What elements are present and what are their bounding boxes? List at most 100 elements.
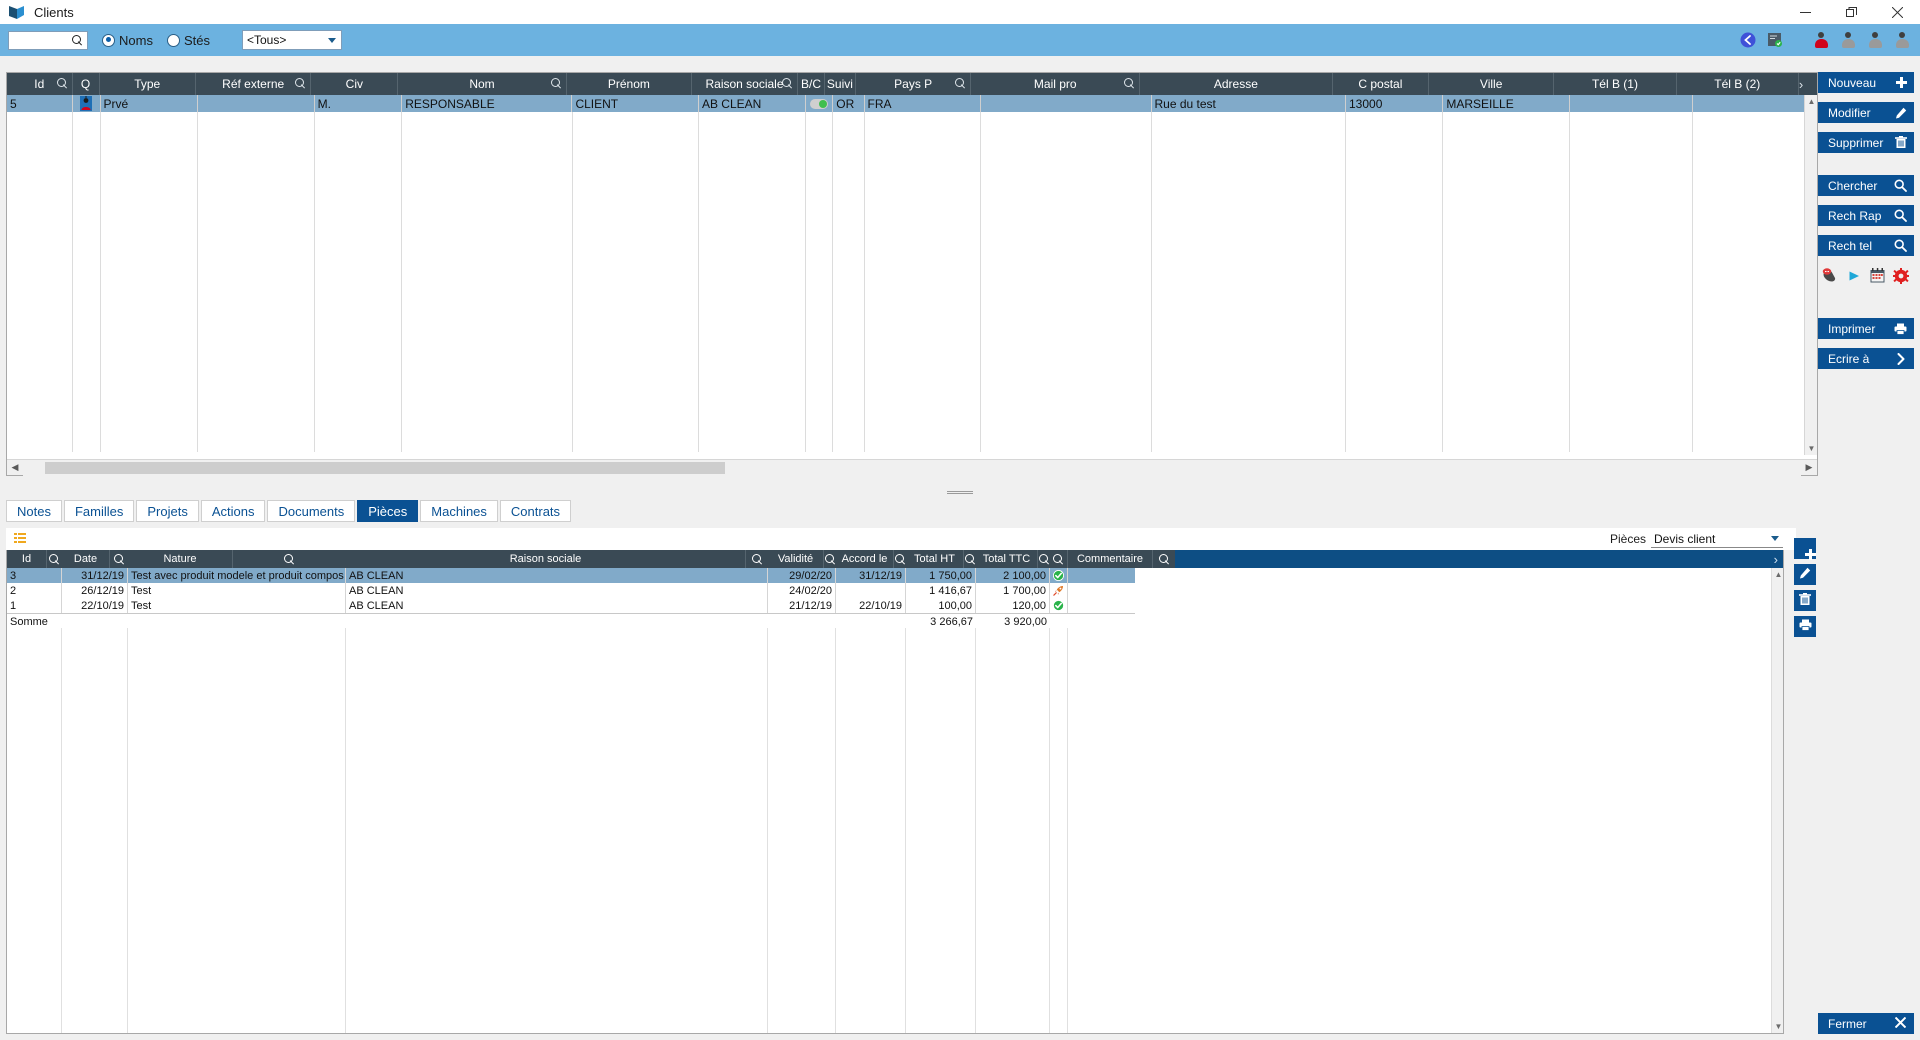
column-header-t-l-b-2-[interactable]: Tél B (2) [1677, 73, 1799, 95]
table-row-empty[interactable] [7, 265, 1817, 282]
edit-piece-button[interactable] [1794, 564, 1816, 585]
column-search-icon[interactable] [1124, 78, 1135, 89]
column-header-civ[interactable]: Civ [311, 73, 399, 95]
pieces-type-combo[interactable]: Devis client [1651, 530, 1783, 548]
table-row-empty[interactable] [7, 146, 1817, 163]
table-row-empty[interactable] [7, 197, 1817, 214]
column-search-icon[interactable] [1158, 553, 1170, 565]
table-row-empty[interactable] [7, 316, 1817, 333]
column-header-t-l-b-1-[interactable]: Tél B (1) [1554, 73, 1677, 95]
back-arrow-icon[interactable] [1738, 30, 1758, 50]
pieces-column-header-search13[interactable] [964, 550, 976, 568]
tab-machines[interactable]: Machines [420, 500, 498, 522]
nouveau-button[interactable]: Nouveau [1818, 72, 1914, 93]
pieces-column-header-validit-[interactable]: Validité [768, 550, 824, 568]
column-search-icon[interactable] [751, 553, 763, 565]
column-search-icon[interactable] [955, 78, 966, 89]
pieces-column-header-search1[interactable] [47, 550, 62, 568]
pieces-column-header-total-ttc[interactable]: Total TTC [976, 550, 1038, 568]
table-row-empty[interactable] [7, 231, 1817, 248]
tab-familles[interactable]: Familles [63, 500, 135, 522]
pieces-column-header-accord-le[interactable]: Accord le [836, 550, 894, 568]
column-search-icon[interactable] [113, 553, 125, 565]
clients-grid-body[interactable]: 5 Prvé M. RESPONSABLE CLIENT AB CLEAN OR FRA Rue… [7, 95, 1817, 455]
column-header-c-postal[interactable]: C postal [1333, 73, 1430, 95]
pieces-column-header-search9[interactable] [824, 550, 836, 568]
filter-combo-arrow[interactable] [322, 31, 341, 49]
panel-splitter[interactable] [0, 487, 1920, 497]
column-search-icon[interactable] [782, 78, 793, 89]
modifier-button[interactable]: Modifier [1818, 102, 1914, 123]
column-header-nom[interactable]: Nom [398, 73, 567, 95]
tab-notes[interactable]: Notes [6, 500, 62, 522]
column-header-q[interactable]: Q [73, 73, 100, 95]
pieces-column-header-search5[interactable] [233, 550, 346, 568]
column-search-icon[interactable] [49, 553, 60, 565]
column-search-icon[interactable] [284, 553, 295, 565]
column-search-icon[interactable] [964, 553, 976, 565]
user-grey-icon-3[interactable] [1892, 30, 1912, 50]
ecrire--button[interactable]: Ecrire à [1818, 348, 1914, 369]
scroll-left-icon[interactable]: ◀ [7, 460, 23, 476]
user-red-icon[interactable] [1811, 30, 1831, 50]
hscroll-thumb[interactable] [45, 461, 725, 474]
scroll-right-icon[interactable]: ▶ [1801, 460, 1817, 476]
table-row-empty[interactable] [7, 112, 1817, 129]
tab-actions[interactable]: Actions [200, 500, 266, 522]
column-header-id[interactable]: Id [7, 73, 73, 95]
table-row[interactable]: 5 Prvé M. RESPONSABLE CLIENT AB CLEAN OR FRA Rue… [7, 95, 1817, 112]
column-header-ville[interactable]: Ville [1429, 73, 1555, 95]
supprimer-button[interactable]: Supprimer [1818, 132, 1914, 153]
add-piece-button[interactable] [1794, 538, 1816, 559]
pieces-grid-vscrollbar[interactable]: ▲ ▼ [1771, 568, 1783, 1033]
table-row-empty[interactable] [7, 435, 1817, 452]
rech-tel-button[interactable]: Rech tel [1818, 235, 1914, 256]
imprimer-button[interactable]: Imprimer [1818, 318, 1914, 339]
scroll-down-icon[interactable]: ▼ [1805, 442, 1818, 455]
column-header-type[interactable]: Type [100, 73, 196, 95]
clients-grid-hscrollbar[interactable]: ◀ ▶ [7, 459, 1817, 476]
minimize-button[interactable] [1782, 0, 1828, 24]
maximize-button[interactable] [1828, 0, 1874, 24]
filter-combo[interactable]: <Tous> [241, 30, 342, 50]
column-header-raison-sociale[interactable]: Raison sociale [692, 73, 798, 95]
pieces-header-filler[interactable]: › [1175, 550, 1783, 568]
column-search-icon[interactable] [295, 78, 306, 89]
fermer-button[interactable]: Fermer [1818, 1013, 1914, 1034]
column-search-icon[interactable] [56, 78, 68, 89]
pieces-column-header-search18[interactable] [1153, 550, 1175, 568]
tab-documents[interactable]: Documents [267, 500, 356, 522]
close-button[interactable] [1874, 0, 1920, 24]
pieces-column-header-nature[interactable]: Nature [128, 550, 233, 568]
table-row-empty[interactable] [7, 299, 1817, 316]
chercher-button[interactable]: Chercher [1818, 175, 1914, 196]
note-check-icon[interactable] [1765, 30, 1785, 50]
table-row-empty[interactable] [7, 350, 1817, 367]
search-input[interactable] [11, 32, 73, 48]
radio-stes[interactable] [166, 33, 180, 47]
delete-piece-button[interactable] [1794, 590, 1816, 611]
pieces-column-header-search7[interactable] [746, 550, 768, 568]
table-row-empty[interactable] [7, 418, 1817, 435]
column-search-icon[interactable] [894, 553, 906, 565]
hscroll-track[interactable] [23, 459, 1801, 476]
table-row-empty[interactable] [7, 367, 1817, 384]
column-search-icon[interactable] [1038, 553, 1050, 565]
column-header-pr-nom[interactable]: Prénom [567, 73, 693, 95]
table-row-empty[interactable] [7, 282, 1817, 299]
print-piece-button[interactable] [1794, 616, 1816, 637]
table-row-empty[interactable] [7, 129, 1817, 146]
calendar-icon[interactable] [1869, 267, 1886, 284]
column-search-icon[interactable] [824, 553, 836, 565]
column-header-suivi[interactable]: Suivi [825, 73, 856, 95]
table-row-empty[interactable] [7, 248, 1817, 265]
pieces-column-header-id[interactable]: Id [7, 550, 47, 568]
column-search-icon[interactable] [550, 78, 562, 89]
pieces-column-header-raison-sociale[interactable]: Raison sociale [346, 550, 746, 568]
pieces-column-header-search15[interactable] [1038, 550, 1050, 568]
search-box[interactable] [8, 30, 88, 50]
table-row-empty[interactable] [7, 384, 1817, 401]
column-header-b-c[interactable]: B/C [798, 73, 825, 95]
tab-contrats[interactable]: Contrats [499, 500, 572, 522]
tab-pi-ces[interactable]: Pièces [357, 500, 419, 522]
